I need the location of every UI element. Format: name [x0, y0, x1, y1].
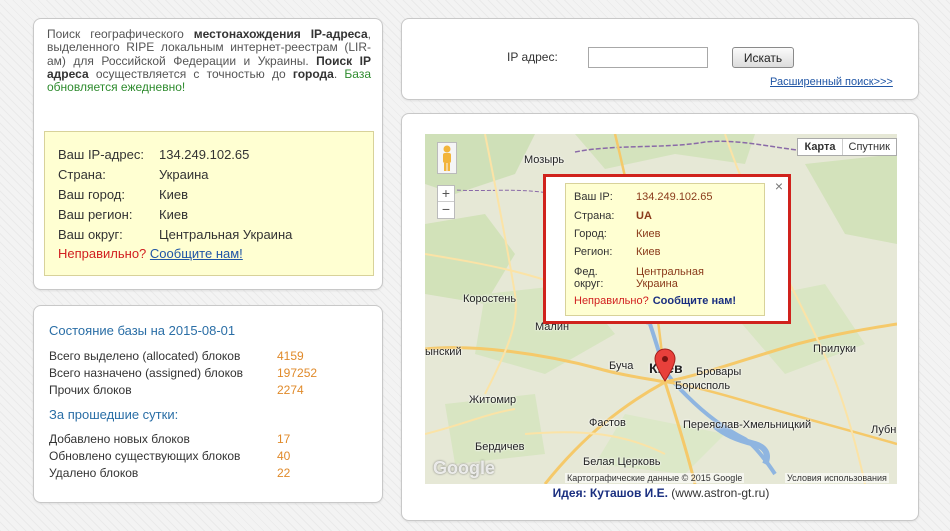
- stat-label: Добавлено новых блоков: [49, 432, 190, 446]
- popup-value: Киев: [636, 246, 661, 258]
- stat-value: 197252: [277, 366, 318, 380]
- city-priluki: Прилуки: [813, 343, 857, 355]
- city-label: Ваш город:: [58, 187, 125, 202]
- map-view[interactable]: Мозырь Коростень Малин ынский Буча Киев …: [425, 134, 897, 484]
- popup-value: 134.249.102.65: [636, 191, 713, 203]
- intro-bold: местонахождения IP-адреса: [193, 27, 368, 41]
- map-copyright: Картографические данные © 2015 Google: [565, 473, 745, 483]
- country-value: Украина: [159, 167, 209, 182]
- stat-label: Удалено блоков: [49, 466, 139, 480]
- map-panel: Мозырь Коростень Малин ынский Буча Киев …: [401, 113, 919, 521]
- ip-info-box: Ваш IP-адрес: 134.249.102.65 Страна: Укр…: [44, 131, 374, 276]
- report-link[interactable]: Сообщите нам!: [150, 246, 243, 261]
- region-label: Ваш регион:: [58, 207, 133, 222]
- city-korosten: Коростень: [463, 293, 517, 305]
- stat-label: Прочих блоков: [49, 383, 132, 397]
- stat-label: Всего назначено (assigned) блоков: [49, 366, 244, 380]
- popup-label: Город:: [574, 228, 607, 240]
- credit-site: (www.astron-gt.ru): [667, 486, 770, 500]
- stat-value: 4159: [277, 349, 304, 363]
- popup-value-line: Украина: [636, 278, 678, 290]
- city-mozyr: Мозырь: [524, 154, 565, 166]
- popup-wrong-line: Неправильно? Сообщите нам!: [574, 295, 736, 307]
- ip-value: 134.249.102.65: [159, 147, 250, 162]
- zoom-out-button[interactable]: −: [438, 202, 454, 218]
- city-fastov: Фастов: [589, 417, 626, 429]
- stats-state-title: Состояние базы на 2015-08-01: [49, 323, 236, 338]
- stat-value: 17: [277, 432, 291, 446]
- zoom-control: + −: [437, 185, 455, 219]
- info-panel: Поиск географического местонахождения IP…: [33, 18, 383, 290]
- city-zhitomir: Житомир: [469, 394, 517, 406]
- popup-label-line: округ:: [574, 278, 604, 290]
- intro-part: Поиск географического: [47, 27, 194, 41]
- close-icon[interactable]: ×: [775, 178, 783, 194]
- intro-part: осуществляется с точностью до: [88, 66, 293, 81]
- city-brovary: Бровары: [696, 366, 742, 378]
- map-type-satellite-button[interactable]: Спутник: [841, 139, 896, 155]
- popup-label: Ваш IP:: [574, 191, 613, 203]
- popup-report-link[interactable]: Сообщите нам!: [653, 295, 736, 307]
- stat-label: Всего выделено (allocated) блоков: [49, 349, 241, 363]
- map-info-popup: × Ваш IP: 134.249.102.65 Страна: UA Горо…: [543, 174, 791, 324]
- popup-value-line: Центральная: [636, 266, 704, 278]
- intro-part: .: [333, 66, 345, 81]
- advanced-search-link[interactable]: Расширенный поиск>>>: [770, 76, 893, 88]
- popup-value: Киев: [636, 228, 661, 240]
- city-ynsky: ынский: [425, 346, 462, 358]
- stats-past-title: За прошедшие сутки:: [49, 407, 179, 422]
- location-pin-icon[interactable]: [654, 348, 676, 382]
- district-value: Центральная Украина: [159, 227, 293, 242]
- city-berdichev: Бердичев: [475, 441, 525, 453]
- search-button[interactable]: Искать: [732, 47, 794, 68]
- ip-address-label: IP адрес:: [507, 50, 558, 64]
- map-type-map-button[interactable]: Карта: [798, 139, 841, 155]
- ip-wrong-line: Неправильно? Сообщите нам!: [58, 246, 243, 261]
- zoom-in-button[interactable]: +: [438, 186, 454, 202]
- popup-label: Регион:: [574, 246, 613, 258]
- intro-bold: города: [292, 66, 334, 81]
- popup-label: Страна:: [574, 210, 615, 222]
- ip-label: Ваш IP-адрес:: [58, 147, 144, 162]
- popup-label: Фед. округ:: [574, 266, 604, 290]
- search-panel: IP адрес: Искать Расширенный поиск>>>: [401, 18, 919, 100]
- stats-panel: Состояние базы на 2015-08-01 Всего выдел…: [33, 305, 383, 503]
- popup-value: Центральная Украина: [636, 266, 704, 290]
- district-label: Ваш округ:: [58, 227, 123, 242]
- street-view-pegman-icon[interactable]: [437, 142, 457, 174]
- google-logo: Google: [433, 458, 495, 478]
- popup-wrong-text: Неправильно?: [574, 295, 649, 307]
- intro-text: Поиск географического местонахождения IP…: [47, 27, 371, 94]
- wrong-text: Неправильно?: [58, 246, 147, 261]
- city-pereyaslav: Переяслав-Хмельницкий: [683, 419, 812, 431]
- city-boryspil: Борисполь: [675, 380, 731, 392]
- map-terms-link[interactable]: Условия использования: [785, 473, 889, 483]
- region-value: Киев: [159, 207, 188, 222]
- city-belaya-tserkov: Белая Церковь: [583, 456, 661, 468]
- credit-idea: Идея: Куташов И.Е.: [552, 486, 668, 500]
- stat-label: Обновлено существующих блоков: [49, 449, 241, 463]
- city-value: Киев: [159, 187, 188, 202]
- popup-info-box: Ваш IP: 134.249.102.65 Страна: UA Город:…: [565, 183, 765, 316]
- ip-address-input[interactable]: [588, 47, 708, 68]
- city-lubny: Лубн: [871, 424, 897, 436]
- stat-value: 40: [277, 449, 291, 463]
- popup-value: UA: [636, 210, 652, 222]
- city-bucha: Буча: [609, 360, 634, 372]
- map-type-switch: Карта Спутник: [797, 138, 897, 156]
- country-label: Страна:: [58, 167, 106, 182]
- popup-label-line: Фед.: [574, 266, 598, 278]
- stat-value: 2274: [277, 383, 304, 397]
- credit-line: Идея: Куташов И.Е. (www.astron-gt.ru): [402, 486, 920, 500]
- stat-value: 22: [277, 466, 291, 480]
